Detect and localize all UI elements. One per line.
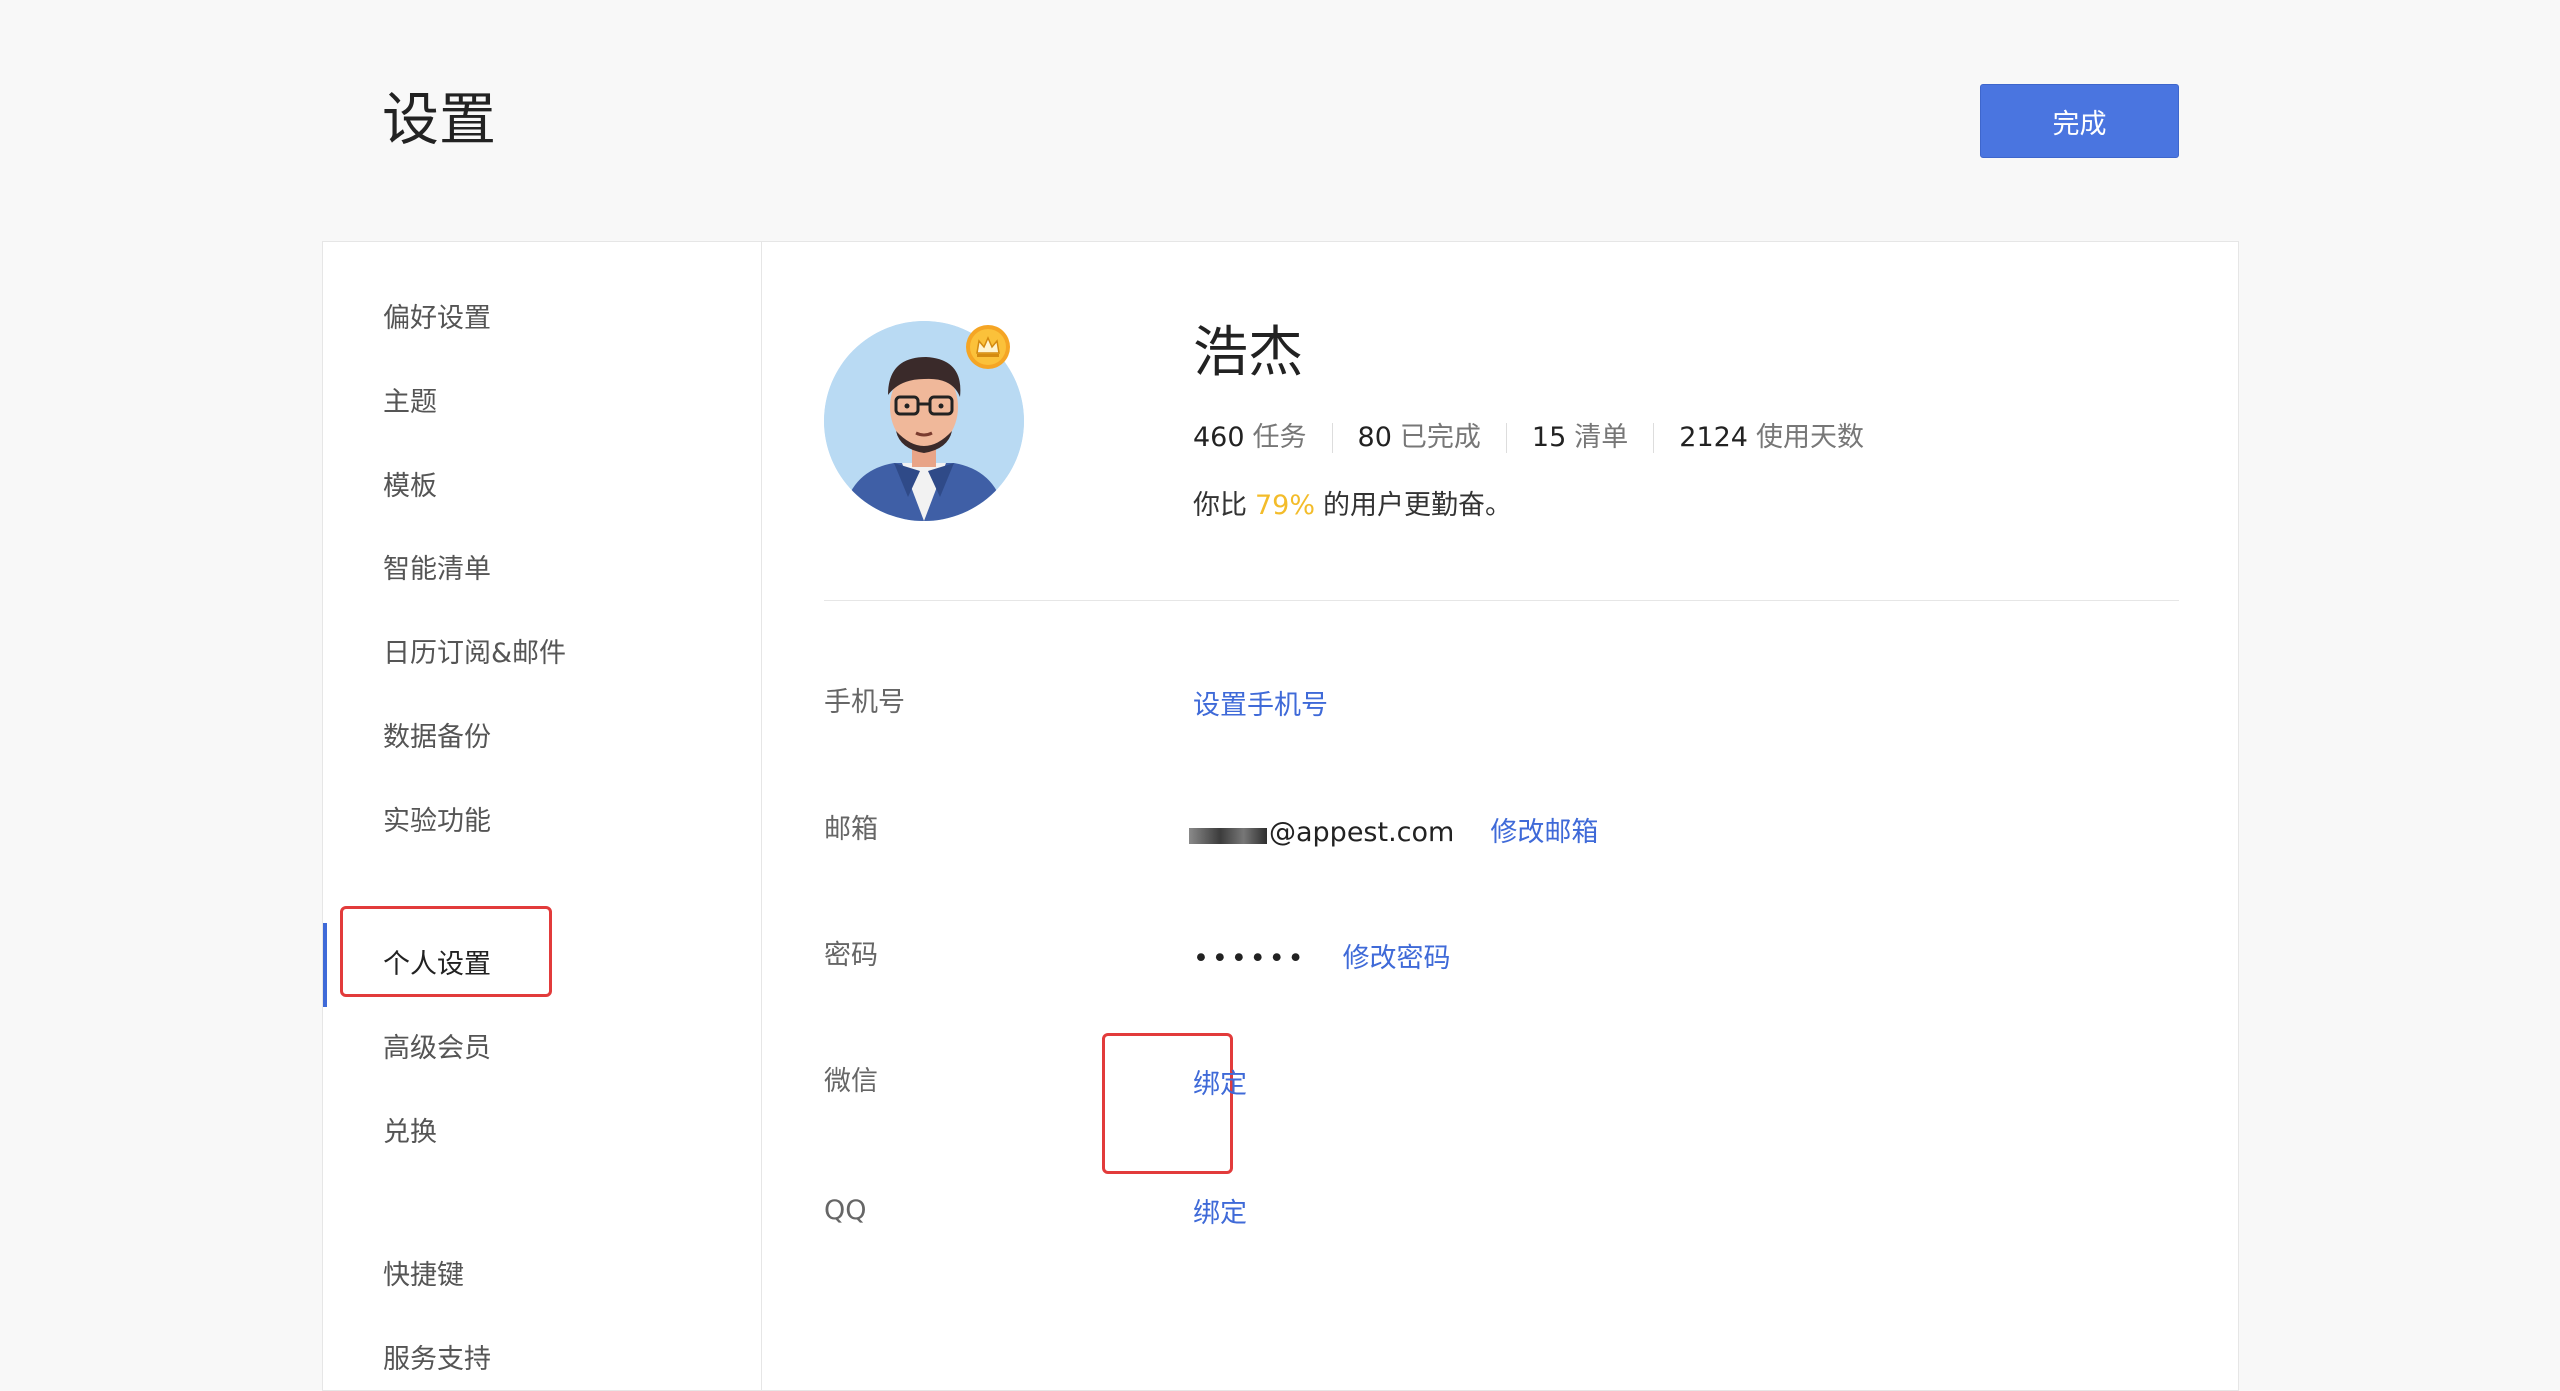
sidebar-item-preferences[interactable]: 偏好设置 <box>383 299 491 339</box>
bind-wechat-link[interactable]: 绑定 <box>1193 1065 1247 1105</box>
sidebar-item-backup[interactable]: 数据备份 <box>383 718 491 758</box>
sidebar-item-redeem[interactable]: 兑换 <box>383 1113 437 1153</box>
active-indicator <box>323 923 327 1007</box>
settings-sidebar: 偏好设置 主题 模板 智能清单 日历订阅&邮件 数据备份 实验功能 个人设置 高… <box>323 242 762 1390</box>
sidebar-item-premium[interactable]: 高级会员 <box>383 1029 491 1069</box>
stat-lists: 15 清单 <box>1532 418 1628 458</box>
stat-value: 15 <box>1531 422 1567 453</box>
profile-divider <box>824 600 2179 601</box>
sidebar-item-calendar-mail[interactable]: 日历订阅&邮件 <box>383 634 566 674</box>
page-title: 设置 <box>382 87 496 153</box>
stat-tasks: 460 任务 <box>1193 418 1307 458</box>
sidebar-item-smart-lists[interactable]: 智能清单 <box>383 550 491 590</box>
stat-value: 460 <box>1193 422 1245 453</box>
sidebar-item-labs[interactable]: 实验功能 <box>383 802 491 842</box>
crown-icon <box>966 325 1010 369</box>
bind-qq-link[interactable]: 绑定 <box>1193 1194 1247 1234</box>
user-stats: 460 任务 80 已完成 15 清单 2124 使用天数 <box>1193 418 1864 458</box>
done-button[interactable]: 完成 <box>1980 84 2179 158</box>
change-password-link[interactable]: 修改密码 <box>1343 939 1451 979</box>
sidebar-item-personal[interactable]: 个人设置 <box>383 945 491 985</box>
wechat-label: 微信 <box>824 1066 878 1097</box>
password-label: 密码 <box>824 940 878 971</box>
diligence-text: 你比 79% 的用户更勤奋。 <box>1193 486 1512 526</box>
stat-label: 清单 <box>1574 422 1629 453</box>
set-phone-link[interactable]: 设置手机号 <box>1193 686 1328 726</box>
compare-prefix: 你比 <box>1193 490 1247 521</box>
stat-divider <box>1331 423 1333 453</box>
stat-divider <box>1653 423 1655 453</box>
change-email-link[interactable]: 修改邮箱 <box>1490 813 1598 853</box>
sidebar-item-templates[interactable]: 模板 <box>383 467 437 507</box>
stat-completed: 80 已完成 <box>1358 418 1481 458</box>
email-label: 邮箱 <box>824 814 878 845</box>
stat-label: 使用天数 <box>1755 422 1864 453</box>
stat-label: 任务 <box>1252 422 1307 453</box>
settings-panel: 偏好设置 主题 模板 智能清单 日历订阅&邮件 数据备份 实验功能 个人设置 高… <box>322 241 2239 1391</box>
qq-label: QQ <box>824 1195 867 1226</box>
wechat-value: 绑定 <box>1193 1065 1247 1105</box>
stat-value: 2124 <box>1679 422 1748 453</box>
stat-divider <box>1505 423 1507 453</box>
phone-label: 手机号 <box>824 687 905 718</box>
sidebar-item-shortcuts[interactable]: 快捷键 <box>383 1256 464 1296</box>
compare-percent: 79% <box>1255 490 1316 521</box>
user-name: 浩杰 <box>1193 320 1304 384</box>
sidebar-item-support[interactable]: 服务支持 <box>383 1340 491 1380</box>
password-mask: •••••• <box>1193 943 1307 974</box>
email-address: @appest.com <box>1269 817 1455 848</box>
password-value: •••••• 修改密码 <box>1193 939 1451 979</box>
email-value: @appest.com 修改邮箱 <box>1189 813 1598 853</box>
qq-value: 绑定 <box>1193 1194 1247 1234</box>
sidebar-item-theme[interactable]: 主题 <box>383 383 437 423</box>
phone-value: 设置手机号 <box>1193 686 1328 726</box>
stat-days: 2124 使用天数 <box>1679 418 1864 458</box>
stat-label: 已完成 <box>1399 422 1481 453</box>
settings-content: 浩杰 460 任务 80 已完成 15 清单 2124 使用天数 你比 79% … <box>762 242 2238 1390</box>
compare-suffix: 的用户更勤奋。 <box>1323 490 1513 521</box>
email-redacted <box>1189 828 1267 844</box>
stat-value: 80 <box>1357 422 1392 453</box>
